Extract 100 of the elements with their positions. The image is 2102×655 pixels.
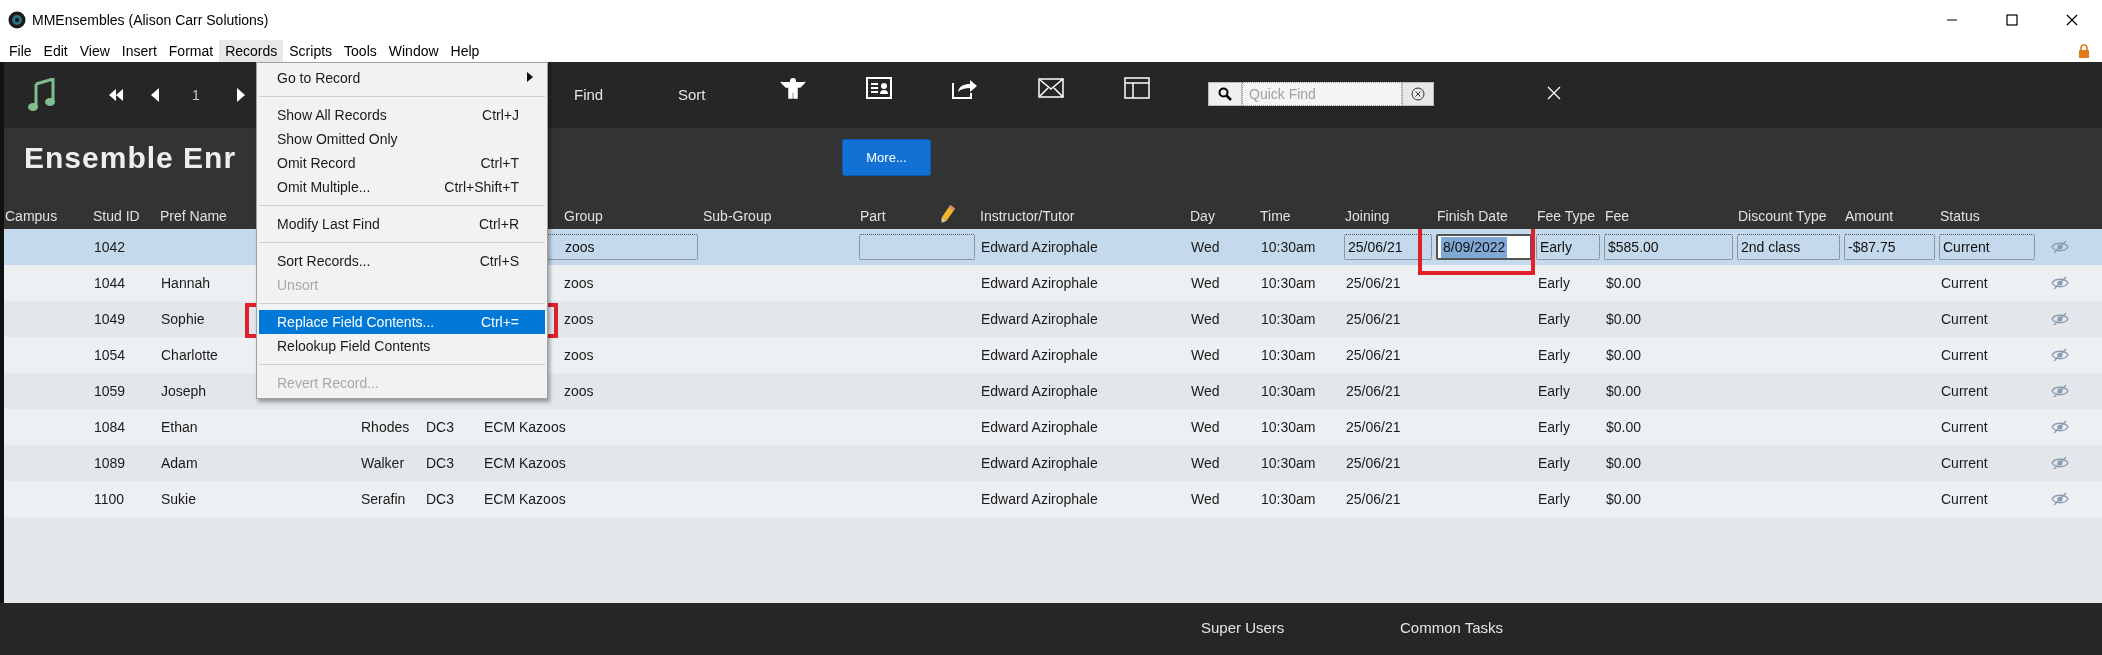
person-icon[interactable] [780, 77, 806, 99]
table-cell-text: $0.00 [1605, 489, 1642, 509]
search-icon [1218, 87, 1232, 101]
table-cell-text: ECM Kazoos [483, 417, 566, 437]
table-cell-text: 10:30am [1260, 345, 1316, 365]
table-cell-text: Current [1940, 273, 1988, 293]
table-cell-text: 1084 [93, 417, 126, 437]
table-cell-text: 10:30am [1260, 417, 1316, 437]
column-header[interactable]: Pref Name [160, 206, 227, 227]
table-cell-text: zoos [564, 273, 594, 293]
share-icon[interactable] [952, 77, 978, 99]
table-cell-text: Charlotte [160, 345, 218, 365]
table-cell-text: Edward Azirophale [980, 489, 1098, 509]
contact-card-icon[interactable] [866, 77, 892, 99]
table-cell-text: Early [1537, 381, 1570, 401]
close-icon[interactable] [2066, 14, 2078, 26]
toolbar-button[interactable]: Find [568, 82, 610, 109]
menu-item[interactable]: View [73, 40, 116, 62]
column-header[interactable]: Fee [1605, 206, 1630, 227]
menu-item[interactable]: Records [219, 40, 284, 62]
column-header[interactable]: Discount Type [1738, 206, 1827, 227]
menu-option[interactable]: Show All Records Ctrl+J [259, 103, 545, 127]
quick-find-field[interactable]: Quick Find [1242, 82, 1402, 106]
next-record-icon[interactable] [235, 87, 246, 103]
column-header[interactable]: Fee Type [1537, 206, 1596, 227]
table-cell-text: Early [1537, 489, 1570, 509]
table-cell-text: Edward Azirophale [980, 381, 1098, 401]
table-cell-text: Current [1940, 489, 1988, 509]
menu-item[interactable]: Edit [37, 40, 74, 62]
menu-option[interactable]: Omit Record Ctrl+T [259, 151, 545, 175]
layout-title: Ensemble Enr [24, 143, 237, 173]
table-cell-text: Wed [1190, 417, 1220, 437]
search-button[interactable] [1208, 82, 1242, 106]
table-cell-text: Wed [1190, 273, 1220, 293]
table-cell-text: Wed [1190, 345, 1220, 365]
column-header[interactable]: Time [1260, 206, 1291, 227]
table-cell-text: DC3 [425, 417, 454, 437]
previous-record-icon[interactable] [150, 87, 160, 103]
menu-item[interactable]: Scripts [283, 40, 339, 62]
table-cell-text: Ethan [160, 417, 198, 437]
table-cell-text: zoos [564, 381, 594, 401]
date-field[interactable]: 8/09/2022 [1436, 234, 1532, 260]
table-row[interactable]: 1100 Sukie Serafin DC3 ECM Kazoos Edward Azirophale Wed 10:30am 25/06/21 Early $0.00 Current [4, 481, 2102, 517]
table-cell-text: 1044 [93, 273, 126, 293]
table-cell-text: Wed [1190, 453, 1220, 473]
column-header[interactable]: Stud ID [93, 206, 140, 227]
column-header[interactable]: Day [1190, 206, 1215, 227]
table-cell-text: Serafin [360, 489, 406, 509]
table-cell-text: Edward Azirophale [980, 453, 1098, 473]
table-cell-text: Edward Azirophale [980, 417, 1098, 437]
table-cell-text: Wed [1190, 489, 1220, 509]
table-cell-text: 10:30am [1260, 489, 1316, 509]
envelope-icon[interactable] [1038, 78, 1064, 98]
footer-button[interactable]: Common Tasks [1398, 617, 1506, 640]
menu-option[interactable]: Relookup Field Contents [259, 334, 545, 358]
menu-option[interactable]: Show Omitted Only [259, 127, 545, 151]
menu-item[interactable]: Window [382, 40, 445, 62]
more-button[interactable]: More... [842, 139, 931, 176]
table-cell-text: 1054 [93, 345, 126, 365]
column-header[interactable]: Part [860, 206, 886, 227]
table-cell-text: ECM Kazoos [483, 453, 566, 473]
column-header[interactable]: Group [564, 206, 603, 227]
column-header[interactable]: Joining [1345, 206, 1390, 227]
record-number: 1 [192, 85, 200, 105]
menu-item[interactable]: Insert [115, 40, 163, 62]
table-cell-text: Hannah [160, 273, 211, 293]
first-record-icon[interactable] [108, 88, 124, 102]
table-cell-text: 10:30am [1260, 453, 1316, 473]
menu-item[interactable]: Tools [338, 40, 383, 62]
table-cell-text: $0.00 [1605, 273, 1642, 293]
menu-item[interactable]: Help [444, 40, 486, 62]
table-cell-text: Adam [160, 453, 198, 473]
toolbar-button[interactable]: Sort [672, 82, 712, 109]
column-header[interactable]: Finish Date [1437, 206, 1508, 227]
maximize-icon[interactable] [2006, 14, 2018, 26]
layout-icon[interactable] [1124, 77, 1150, 99]
table-cell-text: $0.00 [1605, 345, 1642, 365]
column-header[interactable]: Status [1940, 206, 1980, 227]
column-header[interactable]: Campus [5, 206, 58, 227]
column-header[interactable]: Amount [1845, 206, 1894, 227]
column-header[interactable]: Sub-Group [703, 206, 772, 227]
menu-item[interactable]: File [3, 40, 38, 62]
table-cell-text: Edward Azirophale [980, 345, 1098, 365]
menu-option[interactable]: Go to Record [259, 66, 545, 90]
table-cell-text: Early [1537, 453, 1570, 473]
window-title: MMEnsembles (Alison Carr Solutions) [32, 10, 269, 30]
table-cell-text: Wed [1190, 381, 1220, 401]
menu-option[interactable]: Replace Field Contents... Ctrl+= [259, 310, 545, 334]
table-cell-text: Joseph [160, 381, 207, 401]
table-row[interactable]: 1084 Ethan Rhodes DC3 ECM Kazoos Edward Azirophale Wed 10:30am 25/06/21 Early $0.00 Current [4, 409, 2102, 445]
menu-option[interactable]: Omit Multiple... Ctrl+Shift+T [259, 175, 545, 199]
clear-search-button[interactable] [1402, 82, 1434, 106]
table-cell-text: DC3 [425, 453, 454, 473]
table-cell-text: 1049 [93, 309, 126, 329]
table-cell-text: Early [1537, 273, 1570, 293]
menu-item[interactable]: Format [162, 40, 220, 62]
table-cell-text: Sophie [160, 309, 205, 329]
lock-icon [2078, 44, 2090, 58]
column-header[interactable]: Instructor/Tutor [980, 206, 1075, 227]
footer-button[interactable]: Super Users [1199, 617, 1287, 640]
